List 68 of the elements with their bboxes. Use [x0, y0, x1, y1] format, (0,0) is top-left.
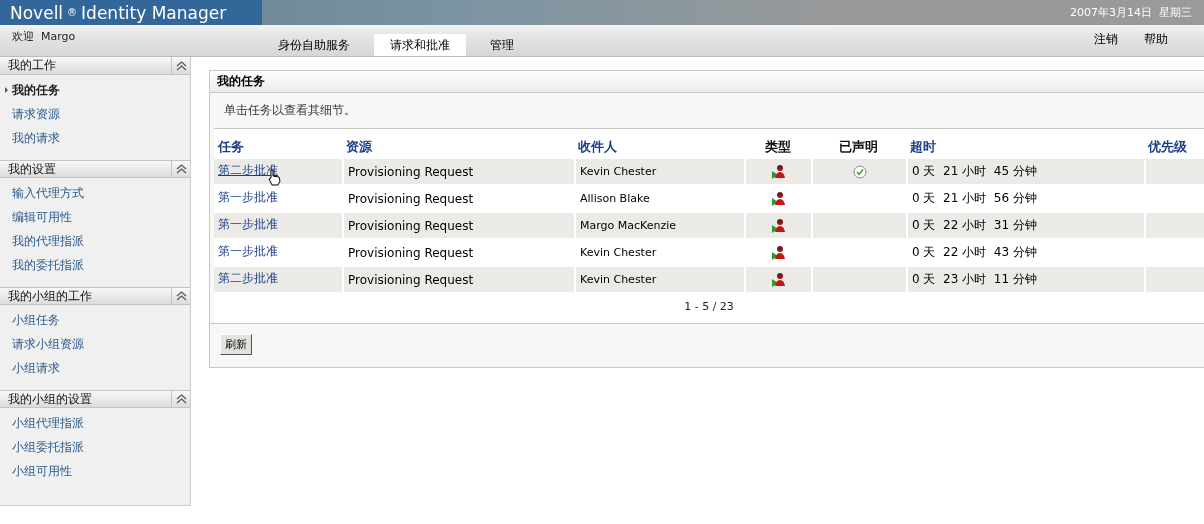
sidebar-item[interactable]: 小组任务 — [12, 311, 60, 329]
panel-title: 我的任务 — [217, 73, 265, 90]
column-header: 类型 — [764, 138, 791, 156]
table-cell: 0 天 22 小时 43 分钟 — [906, 240, 1144, 265]
column-header[interactable]: 优先级 — [1148, 138, 1187, 156]
collapse-icon[interactable] — [175, 291, 187, 301]
column-header[interactable]: 超时 — [910, 138, 936, 156]
table-cell: Allison Blake — [574, 186, 744, 211]
check-icon — [852, 164, 867, 179]
table-cell: Provisioning Request — [342, 186, 574, 211]
header-link[interactable]: 帮助 — [1144, 31, 1168, 48]
nav-tab[interactable]: 管理 — [474, 34, 530, 56]
table-cell: Kevin Chester — [574, 240, 744, 265]
table-cell: Kevin Chester — [574, 267, 744, 292]
column-header[interactable]: 收件人 — [578, 138, 617, 156]
sidebar-item[interactable]: 我的委托指派 — [12, 256, 84, 274]
table-cell: Provisioning Request — [342, 267, 574, 292]
sidebar-item[interactable]: 编辑可用性 — [12, 208, 72, 226]
person-icon — [770, 163, 787, 180]
person-icon — [770, 217, 787, 234]
date-label: 2007年3月14日 星期三 — [1070, 5, 1193, 20]
table-cell: 0 天 22 小时 31 分钟 — [906, 213, 1144, 238]
header-link[interactable]: 注销 — [1094, 31, 1118, 48]
collapse-icon[interactable] — [175, 164, 187, 174]
sidebar-item[interactable]: 小组委托指派 — [12, 438, 84, 456]
section-title: 我的工作 — [7, 57, 57, 74]
trademark-symbol: ® — [67, 7, 78, 18]
collapse-icon[interactable] — [175, 394, 187, 404]
section-title: 我的小组的设置 — [7, 390, 93, 408]
table-cell: Kevin Chester — [574, 159, 744, 184]
person-icon — [770, 190, 787, 207]
column-header[interactable]: 资源 — [346, 138, 372, 156]
table-cell: 0 天 21 小时 56 分钟 — [906, 186, 1144, 211]
section-title: 我的设置 — [7, 160, 57, 178]
pagination-text: 1 - 5 / 23 — [684, 300, 734, 313]
person-icon — [770, 244, 787, 261]
sidebar-item[interactable]: 小组代理指派 — [12, 414, 84, 432]
column-header[interactable]: 任务 — [218, 138, 244, 156]
table-cell: Margo MacKenzie — [574, 213, 744, 238]
nav-tab[interactable]: 身份自助服务 — [262, 34, 366, 56]
sidebar-item[interactable]: 我的请求 — [12, 129, 60, 147]
table-cell: 0 天 23 小时 11 分钟 — [906, 267, 1144, 292]
sidebar-item[interactable]: 我的代理指派 — [12, 232, 84, 250]
sidebar-item[interactable]: 我的任务 — [12, 81, 60, 99]
task-link[interactable]: 第二步批准 — [218, 267, 278, 287]
task-link[interactable]: 第一步批准 — [218, 240, 278, 260]
sidebar-item[interactable]: 小组可用性 — [12, 462, 72, 480]
sidebar-item[interactable]: 请求小组资源 — [12, 335, 84, 353]
refresh-button[interactable]: 刷新 — [220, 334, 252, 355]
arrow-icon — [5, 87, 8, 93]
hint-text: 单击任务以查看其细节。 — [224, 102, 356, 119]
task-link[interactable]: 第一步批准 — [218, 213, 278, 233]
section-title: 我的小组的工作 — [7, 287, 93, 305]
welcome-text: 欢迎 Margo — [11, 29, 77, 45]
sidebar-item[interactable]: 小组请求 — [12, 359, 60, 377]
column-header: 已声明 — [839, 138, 878, 156]
task-link[interactable]: 第一步批准 — [218, 186, 278, 206]
nav-tab[interactable]: 请求和批准 — [374, 34, 466, 56]
person-icon — [770, 271, 787, 288]
sidebar-item[interactable]: 请求资源 — [12, 105, 60, 123]
product-name: Novell — [10, 2, 64, 23]
table-cell: Provisioning Request — [342, 240, 574, 265]
table-cell: 0 天 21 小时 45 分钟 — [906, 159, 1144, 184]
table-cell: Provisioning Request — [342, 213, 574, 238]
product-title: Identity Manager — [81, 2, 227, 23]
sidebar-item[interactable]: 输入代理方式 — [12, 184, 84, 202]
collapse-icon[interactable] — [175, 60, 187, 71]
table-cell: Provisioning Request — [342, 159, 574, 184]
